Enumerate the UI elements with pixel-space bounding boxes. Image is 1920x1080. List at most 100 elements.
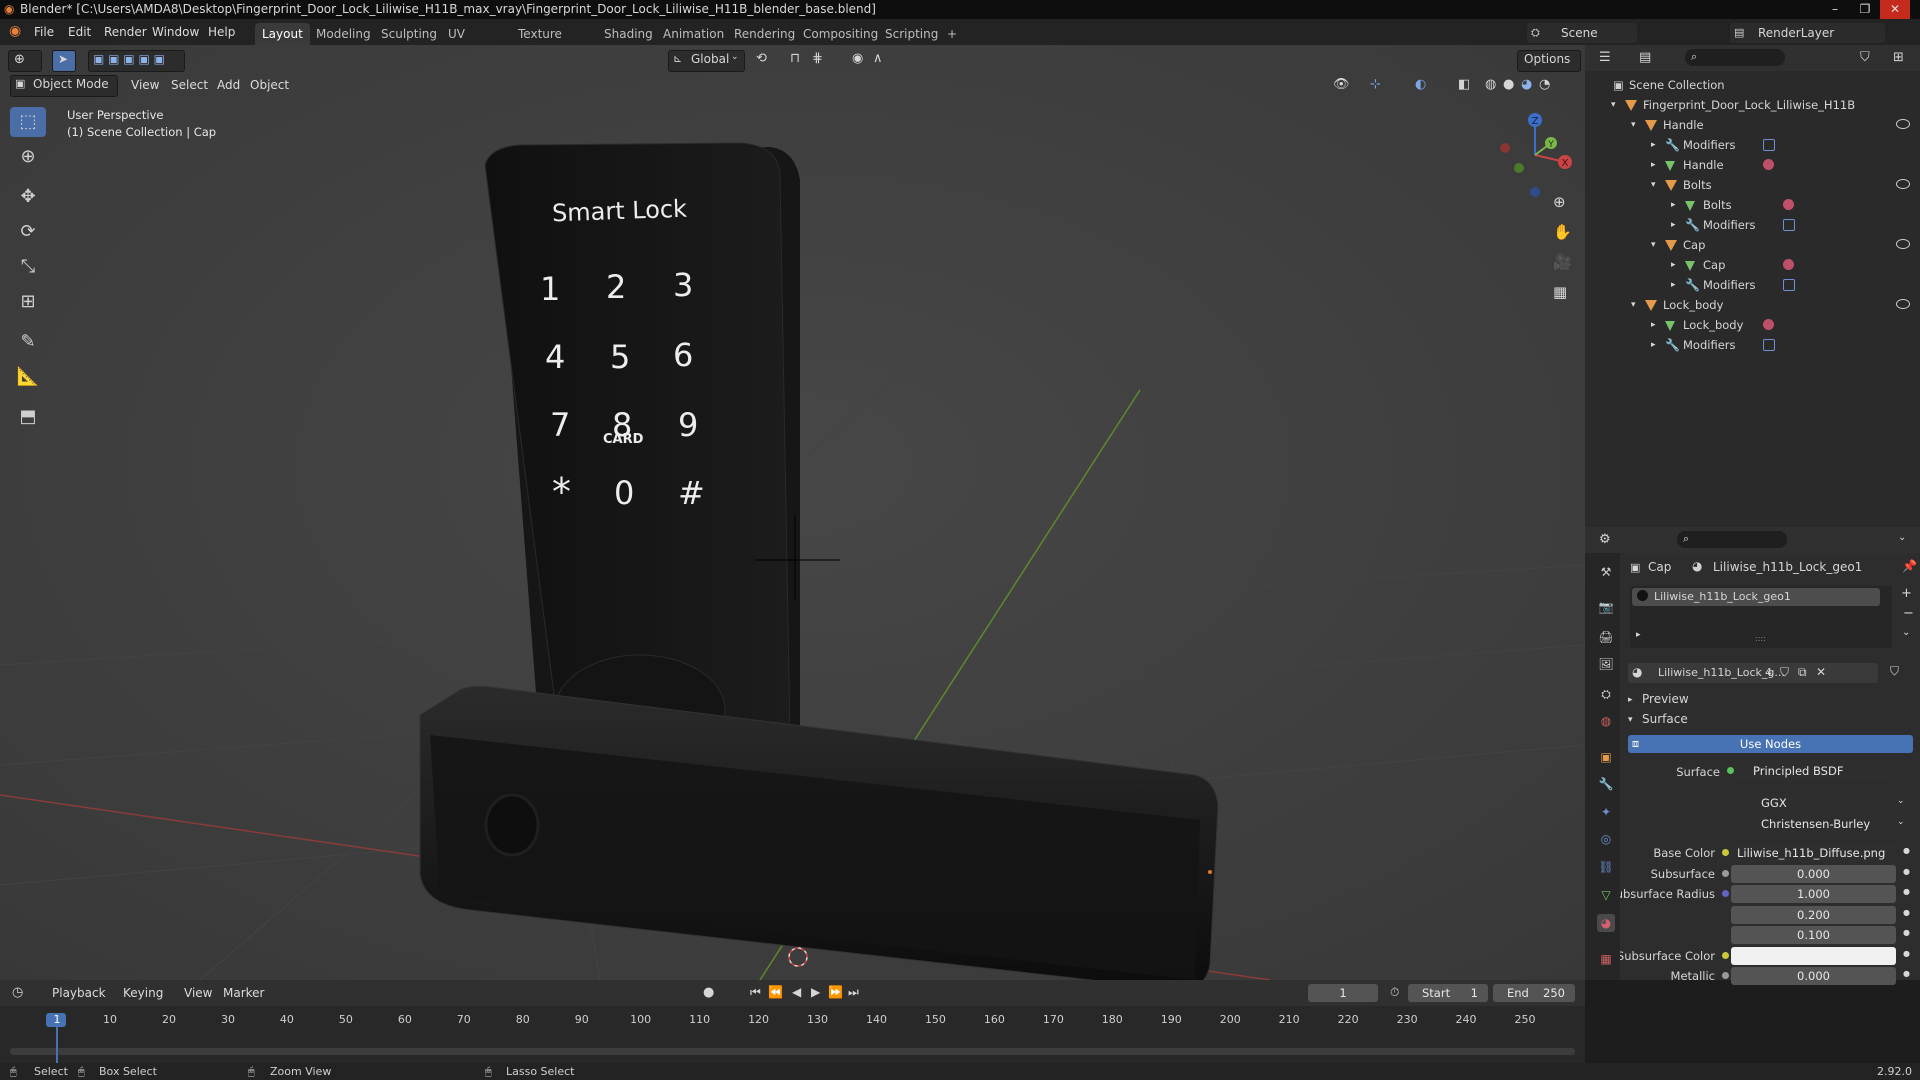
- texture-tab-icon[interactable]: ▦: [1597, 950, 1615, 968]
- keyframe-dot-icon[interactable]: ●: [1903, 969, 1910, 978]
- preview-panel-header[interactable]: Preview: [1642, 692, 1689, 706]
- unlink-material-icon[interactable]: ✕: [1816, 665, 1826, 679]
- timeline-scrollbar[interactable]: [10, 1048, 1575, 1055]
- world-tab-icon[interactable]: ◍: [1597, 712, 1615, 730]
- close-button[interactable]: ✕: [1880, 0, 1910, 19]
- tab-compositing[interactable]: Compositing: [796, 23, 885, 45]
- current-frame-field[interactable]: 1: [1308, 984, 1378, 1002]
- property-field[interactable]: 0.200: [1731, 905, 1896, 924]
- material-slot-list[interactable]: Liliwise_h11b_Lock_geo1 ▸ ::::: [1630, 586, 1892, 648]
- outliner-row[interactable]: ▾ Fingerprint_Door_Lock_Liliwise_H11B: [1585, 95, 1920, 115]
- view-layer-tab-icon[interactable]: 🖼: [1597, 655, 1615, 673]
- outliner-row[interactable]: ▸ Lock_body: [1585, 315, 1920, 335]
- mesh-data-tab-icon[interactable]: ▽: [1597, 886, 1615, 904]
- keyframe-dot-icon[interactable]: ●: [1903, 928, 1910, 937]
- visibility-eye-icon[interactable]: [1896, 179, 1910, 189]
- menu-view[interactable]: View: [131, 75, 159, 95]
- menu-playback[interactable]: Playback: [52, 983, 106, 1003]
- filter-icon[interactable]: ⛉: [1860, 50, 1870, 65]
- expand-triangle-icon[interactable]: ▸: [1651, 335, 1656, 355]
- outliner-search-input[interactable]: ⌕: [1685, 49, 1785, 66]
- tab-shading[interactable]: Shading: [597, 23, 660, 45]
- snap-increment-icon[interactable]: ⋕: [812, 51, 823, 66]
- outliner-row[interactable]: ▾ Lock_body: [1585, 295, 1920, 315]
- editor-type-button[interactable]: ⊕: [8, 50, 42, 72]
- timeline-editor-icon[interactable]: ◷: [12, 985, 23, 1000]
- options-dropdown[interactable]: Options: [1517, 50, 1581, 72]
- add-workspace-button[interactable]: +: [940, 23, 964, 45]
- tab-texture-paint[interactable]: Texture Paint: [511, 23, 569, 63]
- tab-modeling[interactable]: Modeling: [309, 23, 378, 45]
- resize-handle-icon[interactable]: ::::: [1755, 634, 1766, 643]
- particles-tab-icon[interactable]: ✦: [1597, 803, 1615, 821]
- properties-search-input[interactable]: ⌕: [1677, 531, 1787, 548]
- play-icon[interactable]: ▶: [811, 985, 820, 999]
- jump-start-icon[interactable]: ⏮: [750, 985, 761, 1000]
- play-reverse-icon[interactable]: ◀: [792, 985, 801, 999]
- outliner-row[interactable]: ▸ 🔧 Modifiers: [1585, 215, 1920, 235]
- prev-keyframe-icon[interactable]: ⏪: [768, 985, 783, 999]
- record-icon[interactable]: ●: [703, 985, 714, 1000]
- scene-tab-icon[interactable]: ⛭: [1597, 685, 1615, 703]
- surface-collapse-icon[interactable]: ▾: [1628, 715, 1633, 725]
- tab-animation[interactable]: Animation: [656, 23, 731, 45]
- menu-select[interactable]: Select: [171, 75, 208, 95]
- menu-edit[interactable]: Edit: [68, 25, 91, 39]
- physics-tab-icon[interactable]: ◎: [1597, 830, 1615, 848]
- duplicate-material-icon[interactable]: ⧉: [1798, 665, 1807, 680]
- display-mode-icon[interactable]: ▤: [1639, 50, 1651, 65]
- blender-menu-icon[interactable]: ◉: [9, 23, 21, 39]
- expand-triangle-icon[interactable]: ▾: [1651, 235, 1656, 255]
- start-frame-field[interactable]: Start 1: [1408, 984, 1488, 1002]
- solid-shading-icon[interactable]: ●: [1503, 77, 1514, 92]
- expand-triangle-icon[interactable]: ▸: [1671, 275, 1676, 295]
- visibility-eye-icon[interactable]: [1896, 239, 1910, 249]
- modifier-tab-icon[interactable]: 🔧: [1597, 775, 1615, 793]
- menu-view[interactable]: View: [184, 983, 212, 1003]
- outliner-row[interactable]: ▾ Bolts: [1585, 175, 1920, 195]
- menu-file[interactable]: File: [34, 25, 54, 39]
- visibility-icon[interactable]: 👁: [1333, 77, 1350, 92]
- expand-triangle-icon[interactable]: ▸: [1671, 195, 1676, 215]
- wireframe-shading-icon[interactable]: ◍: [1485, 77, 1496, 92]
- tab-scripting[interactable]: Scripting: [878, 23, 945, 45]
- menu-marker[interactable]: Marker: [223, 983, 264, 1003]
- outliner-row[interactable]: ▾ Handle: [1585, 115, 1920, 135]
- camera-view-icon[interactable]: 🎥: [1553, 253, 1572, 271]
- output-tab-icon[interactable]: 🖨: [1597, 628, 1615, 646]
- material-shading-icon[interactable]: ◕: [1521, 77, 1532, 92]
- mode-dropdown[interactable]: ▣ Object Mode: [10, 75, 118, 97]
- menu-object[interactable]: Object: [250, 75, 289, 95]
- slot-specials-icon[interactable]: ⌄: [1902, 627, 1910, 638]
- rotate-tool[interactable]: ⟳: [10, 217, 46, 247]
- expand-triangle-icon[interactable]: ▾: [1631, 115, 1636, 135]
- transform-orientation-dropdown[interactable]: ⊾ Global ⌄: [668, 50, 745, 72]
- expand-triangle-icon[interactable]: ▸: [1651, 315, 1656, 335]
- visibility-eye-icon[interactable]: [1896, 119, 1910, 129]
- pin-icon[interactable]: 📌: [1902, 559, 1917, 573]
- add-cube-tool[interactable]: ⬒: [10, 402, 46, 432]
- minimize-button[interactable]: –: [1820, 0, 1850, 19]
- tab-uv-editing[interactable]: UV Editing: [441, 23, 497, 63]
- outliner-row[interactable]: ▸ 🔧 Modifiers: [1585, 335, 1920, 355]
- menu-help[interactable]: Help: [208, 25, 235, 39]
- expand-triangle-icon[interactable]: ▸: [1651, 155, 1656, 175]
- rendered-shading-icon[interactable]: ◔: [1539, 77, 1550, 92]
- renderlayer-selector[interactable]: ▤ RenderLayer: [1730, 23, 1885, 43]
- preview-expand-icon[interactable]: ▸: [1628, 695, 1633, 705]
- tab-sculpting[interactable]: Sculpting: [374, 23, 444, 45]
- menu-window[interactable]: Window: [152, 25, 199, 39]
- tab-layout[interactable]: Layout: [255, 23, 310, 45]
- remove-slot-icon[interactable]: −: [1903, 606, 1914, 621]
- keyframe-dot-icon[interactable]: ●: [1903, 908, 1910, 917]
- outliner-row[interactable]: ▸ Bolts: [1585, 195, 1920, 215]
- xray-icon[interactable]: ◧: [1458, 77, 1470, 92]
- outliner-row[interactable]: ▸ Handle: [1585, 155, 1920, 175]
- stopwatch-icon[interactable]: ⏱: [1390, 985, 1399, 1000]
- property-field[interactable]: 1.000: [1731, 885, 1896, 903]
- end-frame-field[interactable]: End 250: [1493, 984, 1575, 1002]
- outliner-row[interactable]: ▾ Cap: [1585, 235, 1920, 255]
- property-field[interactable]: 0.000: [1731, 967, 1896, 985]
- expand-triangle-icon[interactable]: ▾: [1611, 95, 1616, 115]
- select-mode-button[interactable]: ➤: [52, 50, 76, 72]
